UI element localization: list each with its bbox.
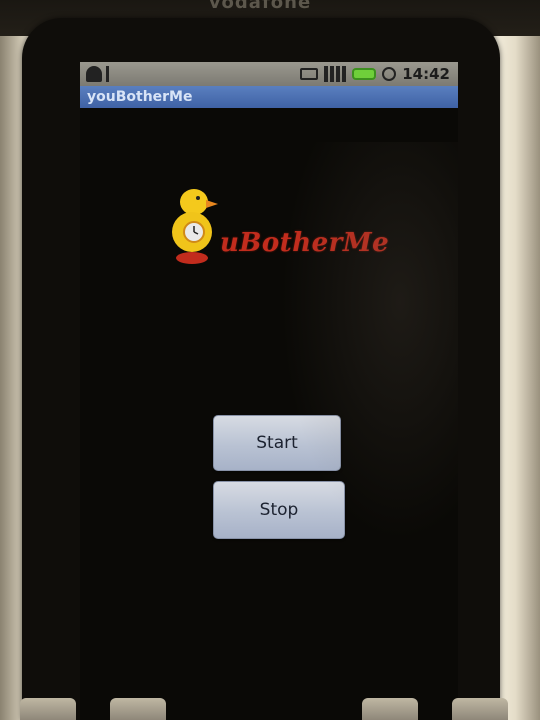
duck-clock-icon bbox=[172, 189, 218, 264]
app-title: youBotherMe bbox=[87, 89, 193, 105]
start-button[interactable]: Start bbox=[213, 415, 341, 471]
battery-indicator-icon bbox=[300, 68, 319, 80]
status-bar[interactable]: 14:42 bbox=[80, 62, 458, 86]
logo-wordmark: uBotherMe bbox=[220, 228, 390, 258]
app-title-bar: youBotherMe bbox=[80, 86, 458, 108]
alarm-clock-icon bbox=[382, 67, 397, 81]
hardware-key-back[interactable] bbox=[20, 698, 76, 720]
phone-screen: 14:42 youBotherMe uBotherMe Start Stop bbox=[80, 62, 458, 720]
app-logo: uBotherMe bbox=[168, 180, 398, 270]
stop-button[interactable]: Stop bbox=[213, 481, 345, 539]
battery-icon bbox=[352, 68, 377, 80]
hardware-key-search[interactable] bbox=[452, 698, 508, 720]
status-time: 14:42 bbox=[402, 65, 450, 83]
signal-icon bbox=[324, 66, 347, 82]
android-icon bbox=[86, 66, 102, 82]
usb-icon bbox=[106, 66, 120, 82]
hardware-key-menu[interactable] bbox=[110, 698, 166, 720]
carrier-label: vodafone bbox=[208, 0, 312, 13]
hardware-key-home[interactable] bbox=[362, 698, 418, 720]
phone-face: 14:42 youBotherMe uBotherMe Start Stop bbox=[22, 18, 500, 720]
